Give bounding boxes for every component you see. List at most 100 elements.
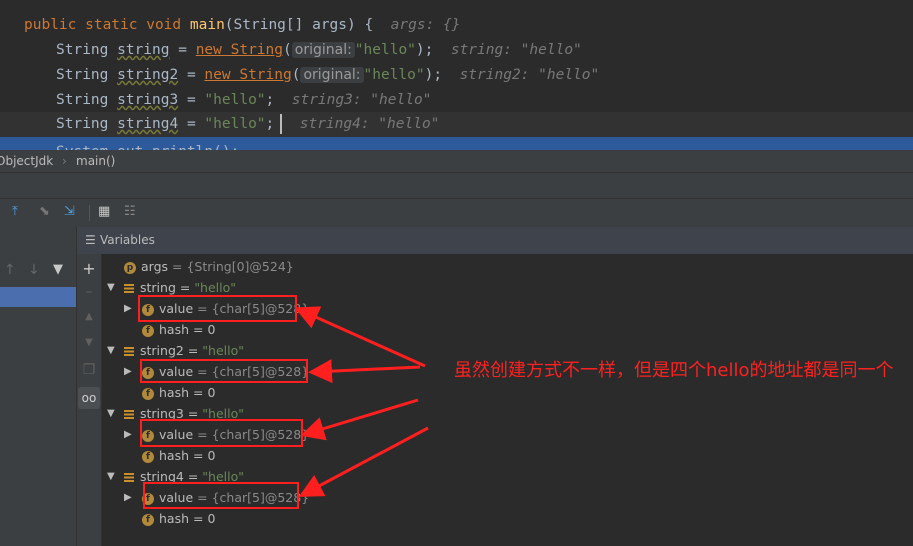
- field-row-hash[interactable]: f hash = 0: [142, 508, 215, 529]
- var-name: string: [140, 280, 176, 295]
- minus-icon[interactable]: –: [77, 284, 101, 300]
- menu-icon[interactable]: ☰: [85, 227, 96, 254]
- filter-icon[interactable]: ▼: [53, 262, 63, 277]
- field-value: = 0: [193, 511, 216, 526]
- var-name: string2: [117, 67, 179, 83]
- run-to-cursor-icon[interactable]: ⇲: [64, 204, 75, 219]
- type: String: [56, 116, 118, 132]
- drop-frame-icon[interactable]: ⬊: [39, 204, 50, 219]
- collapse-triangle-icon[interactable]: ▼: [107, 345, 115, 356]
- expand-triangle-icon[interactable]: ▶: [124, 492, 132, 503]
- code-line-main[interactable]: public static void main(String[] args) {…: [24, 13, 461, 38]
- toolbar-divider: [89, 205, 90, 221]
- param-badge-icon: p: [124, 261, 136, 274]
- copy-icon[interactable]: ❐: [77, 362, 101, 378]
- field-value: = 0: [193, 448, 216, 463]
- inline-hint: string4: "hello": [299, 116, 440, 132]
- literal: "hello": [204, 116, 266, 132]
- var-row-string2[interactable]: string2 = "hello": [124, 340, 244, 361]
- keywords: public static void: [24, 17, 190, 33]
- variables-side-toolbar: + – ▲ ▼ ❐ oo: [77, 227, 102, 546]
- debug-panel-header: [0, 173, 913, 198]
- field-name: hash: [159, 385, 190, 400]
- type: String: [56, 42, 118, 58]
- trace-icon[interactable]: ☷: [124, 204, 136, 219]
- highlight-box-1: [138, 295, 297, 322]
- debug-toolbar: ⤒ ⬊ ⇲ ▦ ☷: [0, 198, 913, 228]
- variables-title: Variables: [100, 233, 155, 247]
- var-value: "hello": [202, 343, 244, 358]
- move-up-icon[interactable]: ▲: [77, 311, 101, 322]
- arrow-up-icon[interactable]: ↑: [4, 262, 16, 278]
- field-value: = 0: [193, 385, 216, 400]
- assign: =: [178, 116, 205, 132]
- field-badge-icon: f: [142, 513, 154, 526]
- type: String: [56, 92, 118, 108]
- code-line-string3[interactable]: String string3 = "hello"; string3: "hell…: [56, 88, 431, 113]
- signature: (String[] args) {: [224, 17, 374, 33]
- literal: "hello": [204, 92, 266, 108]
- assign: =: [169, 42, 196, 58]
- field-row-hash[interactable]: f hash = 0: [142, 382, 215, 403]
- type: String: [56, 67, 118, 83]
- expand-triangle-icon[interactable]: ▶: [124, 429, 132, 440]
- eq: =: [175, 280, 195, 295]
- collapse-triangle-icon[interactable]: ▼: [107, 408, 115, 419]
- arrow-down-icon[interactable]: ↓: [28, 262, 40, 278]
- breadcrumb-class[interactable]: ObjectJdk: [0, 150, 53, 172]
- evaluate-icon[interactable]: ▦: [98, 204, 110, 219]
- object-icon: [124, 347, 134, 356]
- code-line-string4[interactable]: String string4 = "hello"; string4: "hell…: [56, 112, 439, 137]
- code-editor[interactable]: public static void main(String[] args) {…: [0, 0, 913, 150]
- var-name: string3: [117, 92, 179, 108]
- frames-panel: ↑ ↓ ▼: [0, 227, 77, 546]
- glasses-icon[interactable]: oo: [78, 387, 100, 409]
- constructor: new String: [204, 67, 292, 83]
- frames-header: [0, 227, 76, 252]
- var-name: string4: [117, 116, 179, 132]
- breadcrumb-separator-icon: ›: [62, 154, 67, 168]
- code-line-string[interactable]: String string = new String(original: "hel…: [56, 38, 582, 63]
- step-out-icon[interactable]: ⤒: [12, 204, 18, 219]
- highlight-box-3: [140, 419, 303, 447]
- field-name: hash: [159, 511, 190, 526]
- annotation-text: 虽然创建方式不一样，但是四个hello的地址都是同一个: [454, 360, 894, 381]
- inline-hint: string2: "hello": [459, 67, 600, 83]
- expand-triangle-icon[interactable]: ▶: [124, 366, 132, 377]
- close: ;: [265, 116, 275, 132]
- field-row-hash[interactable]: f hash = 0: [142, 445, 215, 466]
- inline-hint: string3: "hello": [291, 92, 432, 108]
- collapse-triangle-icon[interactable]: ▼: [107, 282, 115, 293]
- assign: =: [178, 67, 205, 83]
- inline-hint: string: "hello": [450, 42, 582, 58]
- highlight-box-2: [140, 359, 308, 383]
- code-line-string2[interactable]: String string2 = new String(original: "he…: [56, 63, 599, 88]
- expand-triangle-icon[interactable]: ▶: [124, 303, 132, 314]
- add-icon[interactable]: +: [77, 259, 101, 278]
- code-line-println: System.out.println();: [56, 140, 239, 150]
- breadcrumb-method[interactable]: main(): [76, 150, 115, 172]
- constructor: new String: [195, 42, 284, 58]
- var-row-args[interactable]: p args = {String[0]@524}: [124, 256, 294, 277]
- var-value: = {String[0]@524}: [172, 259, 294, 274]
- field-badge-icon: f: [142, 450, 154, 463]
- var-value: "hello": [194, 280, 237, 295]
- selected-frame[interactable]: [0, 287, 76, 307]
- param-hint: original:: [300, 67, 364, 83]
- field-badge-icon: f: [142, 324, 154, 337]
- field-row-hash[interactable]: f hash = 0: [142, 319, 215, 340]
- close: ;: [265, 92, 275, 108]
- var-name: string2: [140, 343, 184, 358]
- object-icon: [124, 284, 134, 293]
- move-down-icon[interactable]: ▼: [77, 337, 101, 348]
- inline-hint: args: {}: [390, 17, 461, 33]
- field-name: hash: [159, 322, 190, 337]
- collapse-triangle-icon[interactable]: ▼: [107, 471, 115, 482]
- variables-header: ☰ Variables: [77, 227, 913, 254]
- execution-line-highlight: System.out.println();: [0, 137, 913, 150]
- eq: =: [183, 343, 203, 358]
- highlight-box-4: [143, 482, 299, 509]
- param-hint: original:: [291, 42, 355, 58]
- var-name: string: [117, 42, 170, 58]
- field-value: = 0: [193, 322, 216, 337]
